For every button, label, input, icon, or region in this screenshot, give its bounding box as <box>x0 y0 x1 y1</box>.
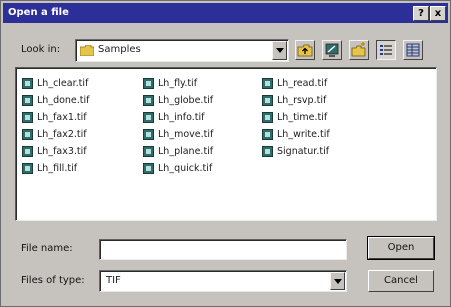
up-folder-icon <box>296 44 314 62</box>
file-item-label: Lh_fly.tif <box>158 78 198 89</box>
details-view-button[interactable] <box>403 40 423 60</box>
desktop-button[interactable] <box>322 40 342 60</box>
list-view-button[interactable] <box>376 40 396 60</box>
file-item-label: Lh_time.tif <box>277 112 328 123</box>
file-item[interactable]: Lh_read.tif <box>262 76 330 93</box>
file-item-label: Lh_globe.tif <box>158 95 214 106</box>
file-item-label: Lh_info.tif <box>158 112 205 123</box>
file-item[interactable]: Lh_done.tif <box>22 93 90 110</box>
file-item-label: Lh_fax2.tif <box>37 129 87 140</box>
file-column-1: Lh_clear.tif Lh_done.tif Lh_fax1.tif Lh_fax… <box>22 76 90 178</box>
file-item[interactable]: Lh_fly.tif <box>143 76 213 93</box>
image-file-icon <box>22 95 33 106</box>
chevron-down-icon[interactable] <box>272 41 287 60</box>
file-list[interactable]: Lh_clear.tif Lh_done.tif Lh_fax1.tif Lh_fax… <box>15 67 437 221</box>
file-name-label: File name: <box>21 243 73 254</box>
file-item[interactable]: Lh_quick.tif <box>143 161 213 178</box>
file-column-2: Lh_fly.tif Lh_globe.tif Lh_info.tif Lh_move… <box>143 76 213 178</box>
help-button[interactable]: ? <box>413 6 429 21</box>
image-file-icon <box>262 95 273 106</box>
file-item[interactable]: Signatur.tif <box>262 144 330 161</box>
cancel-button[interactable]: Cancel <box>368 270 434 292</box>
chevron-down-icon[interactable] <box>330 272 345 290</box>
file-item-label: Lh_rsvp.tif <box>277 95 327 106</box>
file-item-label: Lh_plane.tif <box>158 146 214 157</box>
file-item[interactable]: Lh_fax1.tif <box>22 110 90 127</box>
new-folder-icon <box>350 42 368 62</box>
image-file-icon <box>22 112 33 123</box>
new-folder-button[interactable] <box>349 40 369 60</box>
file-name-input[interactable] <box>99 239 347 260</box>
dialog-title: Open a file <box>8 7 69 18</box>
look-in-dropdown[interactable]: Samples <box>75 39 289 62</box>
look-in-value: Samples <box>98 44 141 55</box>
file-item-label: Lh_fax1.tif <box>37 112 87 123</box>
file-item[interactable]: Lh_fill.tif <box>22 161 90 178</box>
image-file-icon <box>22 146 33 157</box>
file-type-value: TIF <box>106 275 121 286</box>
desktop-icon <box>323 43 341 62</box>
image-file-icon <box>143 163 154 174</box>
look-in-label: Look in: <box>21 44 61 55</box>
image-file-icon <box>143 112 154 123</box>
image-file-icon <box>262 129 273 140</box>
image-file-icon <box>143 146 154 157</box>
list-view-icon <box>377 45 395 62</box>
image-file-icon <box>143 129 154 140</box>
file-item-label: Lh_done.tif <box>37 95 90 106</box>
image-file-icon <box>143 95 154 106</box>
file-item[interactable]: Lh_write.tif <box>262 127 330 144</box>
file-type-dropdown[interactable]: TIF <box>99 270 347 292</box>
file-item-label: Lh_quick.tif <box>158 163 213 174</box>
image-file-icon <box>143 78 154 89</box>
file-item[interactable]: Lh_info.tif <box>143 110 213 127</box>
file-item-label: Lh_read.tif <box>277 78 328 89</box>
file-item[interactable]: Lh_rsvp.tif <box>262 93 330 110</box>
image-file-icon <box>22 163 33 174</box>
open-file-dialog: Open a file ? x Look in: Samples Lh_clea… <box>0 0 451 307</box>
image-file-icon <box>22 78 33 89</box>
title-bar[interactable]: Open a file ? x <box>3 3 448 23</box>
file-item-label: Lh_fax3.tif <box>37 146 87 157</box>
folder-icon <box>79 44 95 59</box>
file-item[interactable]: Lh_fax2.tif <box>22 127 90 144</box>
file-item-label: Lh_move.tif <box>158 129 214 140</box>
file-item[interactable]: Lh_globe.tif <box>143 93 213 110</box>
file-column-3: Lh_read.tif Lh_rsvp.tif Lh_time.tif Lh_writ… <box>262 76 330 161</box>
file-item-label: Lh_write.tif <box>277 129 330 140</box>
image-file-icon <box>262 112 273 123</box>
file-item[interactable]: Lh_clear.tif <box>22 76 90 93</box>
file-item-label: Lh_fill.tif <box>37 163 78 174</box>
close-button[interactable]: x <box>430 6 446 21</box>
file-item-label: Lh_clear.tif <box>37 78 89 89</box>
file-type-label: Files of type: <box>21 275 85 286</box>
file-item[interactable]: Lh_fax3.tif <box>22 144 90 161</box>
image-file-icon <box>262 78 273 89</box>
open-button[interactable]: Open <box>367 236 435 260</box>
file-item[interactable]: Lh_move.tif <box>143 127 213 144</box>
file-item[interactable]: Lh_time.tif <box>262 110 330 127</box>
file-item[interactable]: Lh_plane.tif <box>143 144 213 161</box>
up-folder-button[interactable] <box>295 40 315 60</box>
details-view-icon <box>404 43 422 62</box>
file-item-label: Signatur.tif <box>277 146 330 157</box>
image-file-icon <box>22 129 33 140</box>
image-file-icon <box>262 146 273 157</box>
